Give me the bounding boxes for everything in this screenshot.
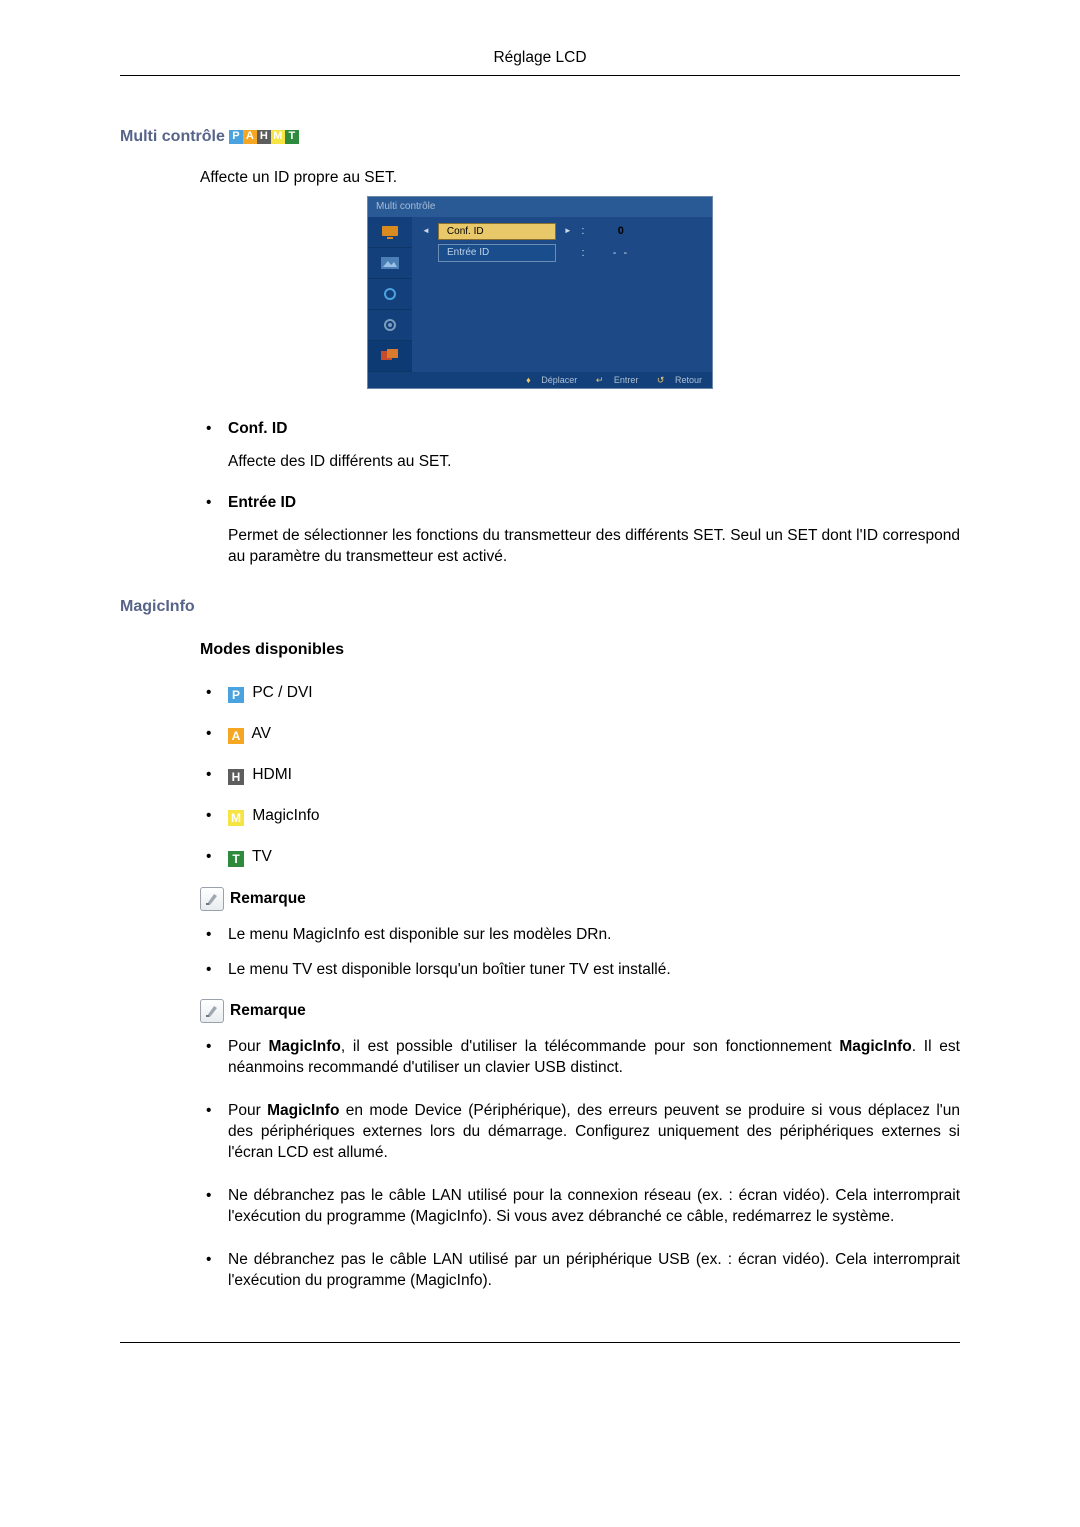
page: Réglage LCD Multi contrôle P A H M T Aff… (0, 0, 1080, 1527)
osd-panel: Multi contrôle (367, 196, 713, 389)
note-tv-tuner: Le menu TV est disponible lorsqu'un boît… (200, 960, 960, 981)
remarque-block-1: Remarque (200, 887, 960, 911)
badge-t-icon: T (285, 130, 299, 144)
subheading-modes: Modes disponibles (200, 639, 960, 661)
badge-h-icon: H (228, 769, 244, 785)
badge-t-icon: T (228, 851, 244, 867)
item-title: Conf. ID (228, 419, 960, 440)
osd-tab-picture-icon (368, 248, 412, 279)
osd-footer-move: Déplacer (541, 375, 577, 385)
osd-row-conf-id: ◄ Conf. ID ► : 0 (422, 223, 702, 241)
item-entree-id: Entrée ID Permet de sélectionner les fon… (200, 493, 960, 568)
enter-key-icon: ↵ (596, 375, 604, 385)
mode-tv: T TV (200, 847, 960, 868)
osd-tab-multicontrol-icon (368, 341, 412, 372)
mode-label: TV (252, 848, 272, 865)
osd-tab-input-icon (368, 217, 412, 248)
heading-text: Multi contrôle (120, 126, 225, 148)
notes-short-list: Le menu MagicInfo est disponible sur les… (200, 925, 960, 981)
osd-main: ◄ Conf. ID ► : 0 Entrée ID : - - (412, 217, 712, 372)
mode-label: MagicInfo (252, 807, 319, 824)
mode-pc-dvi: P PC / DVI (200, 683, 960, 704)
osd-value-conf-id: 0 (594, 224, 648, 239)
section-heading-magicinfo: MagicInfo (120, 596, 960, 618)
notes-long-list: Pour MagicInfo, il est possible d'utilis… (200, 1037, 960, 1291)
osd-body: ◄ Conf. ID ► : 0 Entrée ID : - - (368, 217, 712, 372)
note-device-mode: Pour MagicInfo en mode Device (Périphéri… (200, 1101, 960, 1164)
page-title: Réglage LCD (120, 48, 960, 69)
badge-h-icon: H (257, 130, 271, 144)
multi-controle-items: Conf. ID Affecte des ID différents au SE… (200, 419, 960, 568)
item-conf-id: Conf. ID Affecte des ID différents au SE… (200, 419, 960, 473)
note-icon (200, 887, 224, 911)
mode-hdmi: H HDMI (200, 765, 960, 786)
osd-tab-setup-icon (368, 310, 412, 341)
osd-field-entree-id: Entrée ID (438, 244, 556, 262)
note-remote: Pour MagicInfo, il est possible d'utilis… (200, 1037, 960, 1079)
header-rule (120, 75, 960, 76)
mode-magicinfo: M MagicInfo (200, 806, 960, 827)
osd-footer-return: Retour (675, 375, 702, 385)
multi-controle-intro: Affecte un ID propre au SET. (200, 168, 960, 189)
osd-value-entree-id: - - (594, 246, 648, 261)
osd-tab-sound-icon (368, 279, 412, 310)
remarque-label: Remarque (230, 889, 306, 910)
footer-rule (120, 1342, 960, 1343)
osd-field-conf-id: Conf. ID (438, 223, 556, 241)
osd-row-entree-id: Entrée ID : - - (422, 244, 702, 262)
badge-p-icon: P (229, 130, 243, 144)
badge-p-icon: P (228, 687, 244, 703)
osd-screenshot: Multi contrôle (367, 196, 713, 389)
remarque-label: Remarque (230, 1001, 306, 1022)
move-key-icon: ♦ (526, 375, 531, 385)
osd-sidebar (368, 217, 412, 372)
note-magicinfo-drn: Le menu MagicInfo est disponible sur les… (200, 925, 960, 946)
arrow-left-icon: ◄ (422, 226, 430, 237)
osd-sep: : (580, 246, 586, 261)
mode-label: PC / DVI (252, 684, 312, 701)
note-lan-network: Ne débranchez pas le câble LAN utilisé p… (200, 1186, 960, 1228)
mode-label: AV (251, 725, 271, 742)
note-lan-usb: Ne débranchez pas le câble LAN utilisé p… (200, 1250, 960, 1292)
osd-sep: : (580, 224, 586, 239)
osd-title: Multi contrôle (368, 197, 712, 217)
section-heading-multi-controle: Multi contrôle P A H M T (120, 126, 960, 148)
badge-m-icon: M (271, 130, 285, 144)
modes-list: P PC / DVI A AV H HDMI M MagicInfo T TV (200, 683, 960, 868)
return-key-icon: ↺ (657, 375, 665, 385)
mode-av: A AV (200, 724, 960, 745)
item-body: Affecte des ID différents au SET. (228, 452, 960, 473)
item-body: Permet de sélectionner les fonctions du … (228, 526, 960, 568)
item-title: Entrée ID (228, 493, 960, 514)
remarque-block-2: Remarque (200, 999, 960, 1023)
mode-badge-row: P A H M T (229, 130, 299, 144)
mode-label: HDMI (252, 766, 292, 783)
badge-a-icon: A (243, 130, 257, 144)
note-icon (200, 999, 224, 1023)
badge-m-icon: M (228, 810, 244, 826)
arrow-right-icon: ► (564, 226, 572, 237)
badge-a-icon: A (228, 728, 244, 744)
osd-footer-enter: Entrer (614, 375, 639, 385)
osd-footer: ♦ Déplacer ↵ Entrer ↺ Retour (368, 372, 712, 388)
